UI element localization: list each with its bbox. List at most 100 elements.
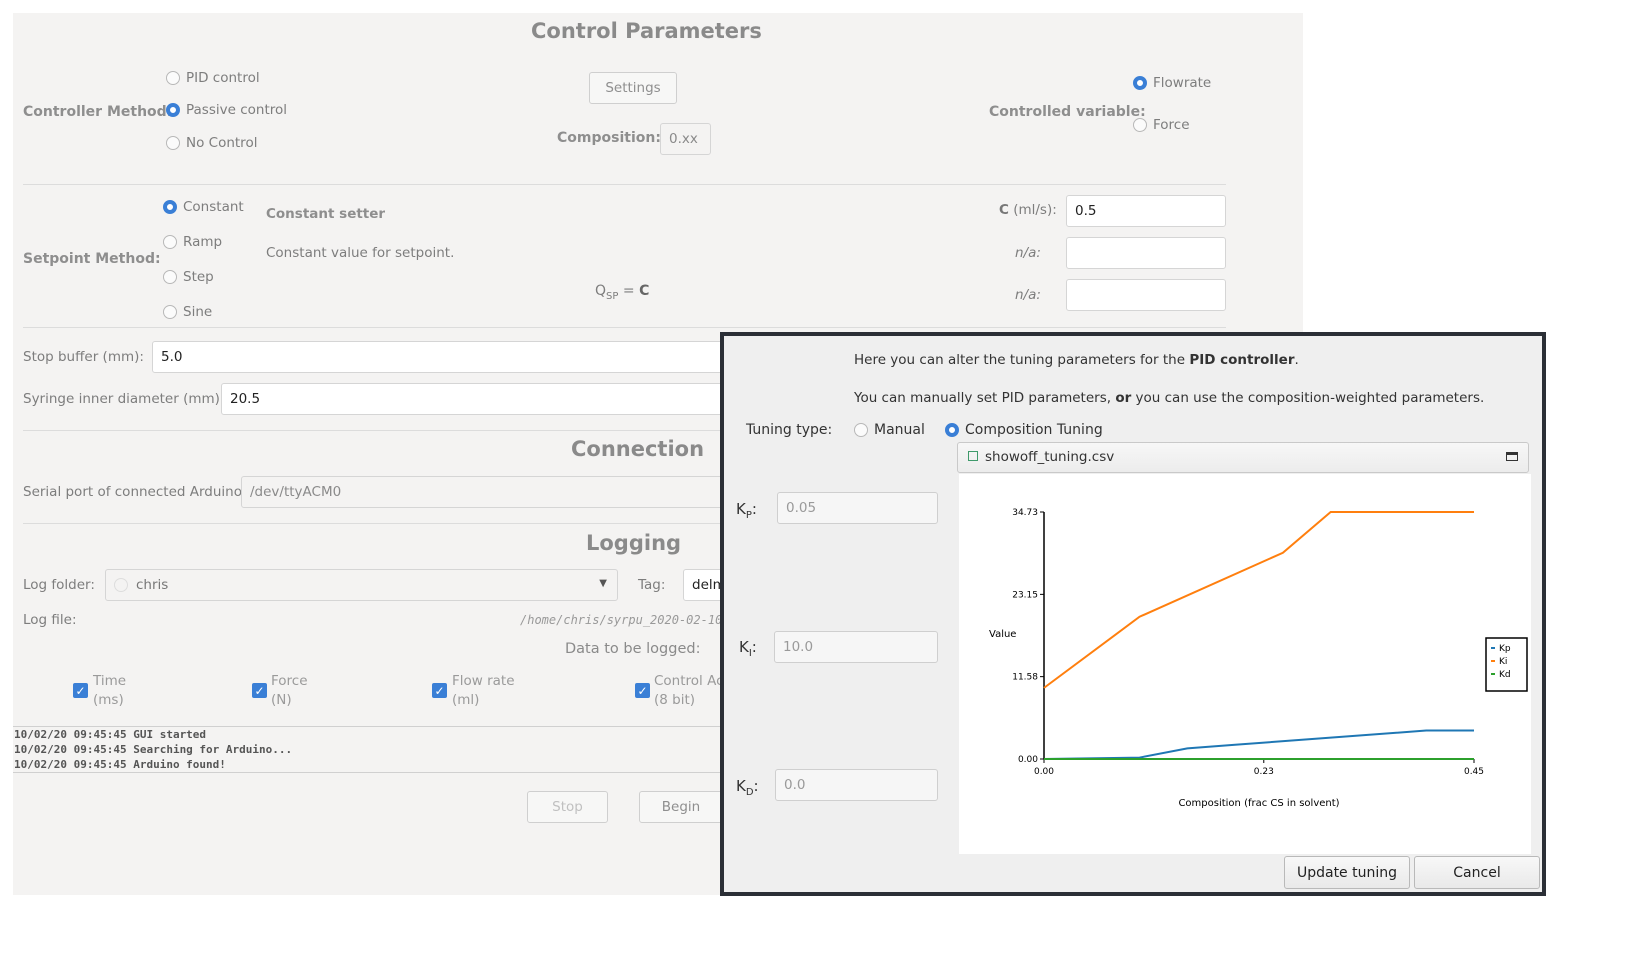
legend-label-kp: Kp bbox=[1499, 644, 1511, 654]
radio-force[interactable]: Force bbox=[1133, 117, 1190, 133]
radio-circle bbox=[163, 305, 177, 319]
legend-label-ki: Ki bbox=[1499, 657, 1507, 667]
radio-composition-tuning[interactable]: Composition Tuning bbox=[945, 422, 1103, 438]
setter-description: Constant value for setpoint. bbox=[266, 245, 455, 261]
console-log[interactable]: 10/02/20 09:45:45 GUI started 10/02/20 0… bbox=[13, 726, 734, 773]
kp-label: KP: bbox=[736, 500, 757, 521]
radio-ramp[interactable]: Ramp bbox=[163, 234, 222, 250]
y-tick-label: 23.15 bbox=[1012, 590, 1038, 600]
update-tuning-button[interactable]: Update tuning bbox=[1284, 856, 1410, 889]
connection-title: Connection bbox=[571, 437, 705, 461]
x-tick-label: 0.00 bbox=[1034, 767, 1054, 777]
console-line: 10/02/20 09:45:45 Arduino found! bbox=[14, 758, 226, 771]
spreadsheet-icon bbox=[968, 451, 978, 461]
ki-field[interactable]: 10.0 bbox=[774, 631, 938, 663]
radio-circle bbox=[166, 71, 180, 85]
series-line-kp bbox=[1043, 729, 1474, 760]
radio-step[interactable]: Step bbox=[163, 269, 214, 285]
legend-label-kd: Kd bbox=[1499, 670, 1511, 680]
chevron-down-icon: ▼ bbox=[599, 578, 607, 589]
folder-icon bbox=[114, 578, 128, 592]
c-label: C (ml/s): bbox=[999, 202, 1057, 218]
divider bbox=[23, 430, 803, 431]
divider bbox=[23, 327, 1226, 328]
na-label-2: n/a: bbox=[1015, 287, 1041, 303]
radio-circle bbox=[163, 235, 177, 249]
radio-pid-control[interactable]: PID control bbox=[166, 70, 260, 86]
file-chooser[interactable]: showoff_tuning.csv bbox=[957, 442, 1529, 473]
console-line: 10/02/20 09:45:45 GUI started bbox=[14, 728, 207, 741]
radio-circle bbox=[166, 136, 180, 150]
controlled-variable-label: Controlled variable: bbox=[989, 104, 1146, 120]
x-tick-label: 0.45 bbox=[1464, 767, 1484, 777]
log-folder-label: Log folder: bbox=[23, 577, 95, 593]
setpoint-method-label: Setpoint Method: bbox=[23, 251, 161, 267]
radio-no-control[interactable]: No Control bbox=[166, 135, 257, 151]
radio-circle bbox=[945, 423, 959, 437]
checkbox-time[interactable]: ✓ bbox=[73, 683, 88, 698]
begin-button[interactable]: Begin bbox=[639, 791, 723, 823]
radio-circle bbox=[163, 270, 177, 284]
controller-method-label: Controller Method: bbox=[23, 104, 173, 120]
settings-button[interactable]: Settings bbox=[589, 72, 677, 104]
dialog-intro-2: You can manually set PID parameters, or … bbox=[854, 390, 1485, 406]
log-file-label: Log file: bbox=[23, 612, 77, 628]
y-tick-label: 0.00 bbox=[1018, 755, 1038, 765]
serial-port-field[interactable]: /dev/ttyACM0 bbox=[241, 476, 801, 508]
kd-label: KD: bbox=[736, 777, 759, 798]
x-axis-label: Composition (frac CS in solvent) bbox=[1178, 798, 1339, 809]
data-logged-label: Data to be logged: bbox=[565, 641, 701, 657]
radio-sine[interactable]: Sine bbox=[163, 304, 212, 320]
composition-label: Composition: bbox=[557, 130, 661, 146]
na-field-2[interactable] bbox=[1066, 279, 1226, 311]
log-folder-select[interactable]: chris ▼ bbox=[105, 569, 618, 601]
logging-title: Logging bbox=[586, 531, 682, 555]
series-line-ki bbox=[1043, 511, 1474, 689]
na-label-1: n/a: bbox=[1015, 245, 1041, 261]
stop-buffer-label: Stop buffer (mm): bbox=[23, 349, 144, 365]
checkbox-control-act[interactable]: ✓ bbox=[635, 683, 650, 698]
tag-label: Tag: bbox=[638, 577, 666, 593]
radio-flowrate[interactable]: Flowrate bbox=[1133, 75, 1211, 91]
stop-buffer-field[interactable]: 5.0 bbox=[152, 341, 792, 373]
radio-circle bbox=[1133, 76, 1147, 90]
c-value-field[interactable]: 0.5 bbox=[1066, 195, 1226, 227]
y-tick-label: 11.58 bbox=[1012, 673, 1038, 683]
stop-button[interactable]: Stop bbox=[527, 791, 608, 823]
y-tick-label: 34.73 bbox=[1012, 508, 1038, 518]
control-parameters-title: Control Parameters bbox=[531, 19, 762, 43]
console-line: 10/02/20 09:45:45 Searching for Arduino.… bbox=[14, 743, 293, 756]
checkbox-force[interactable]: ✓ bbox=[252, 683, 267, 698]
checkbox-time-label: Time (ms) bbox=[93, 673, 127, 708]
divider bbox=[23, 184, 1226, 185]
checkbox-control-act-label: Control Act (8 bit) bbox=[654, 673, 729, 708]
dialog-intro-1: Here you can alter the tuning parameters… bbox=[854, 352, 1299, 368]
setter-title: Constant setter bbox=[266, 206, 386, 222]
inner-diameter-field[interactable]: 20.5 bbox=[221, 383, 792, 415]
na-field-1[interactable] bbox=[1066, 237, 1226, 269]
kp-field[interactable]: 0.05 bbox=[777, 492, 938, 524]
checkbox-force-label: Force (N) bbox=[271, 673, 308, 708]
kd-field[interactable]: 0.0 bbox=[775, 769, 938, 801]
checkbox-flow-rate-label: Flow rate (ml) bbox=[452, 673, 515, 708]
composition-field[interactable]: 0.xx bbox=[660, 123, 711, 155]
tuning-plot-area: 0.00 11.58 23.15 34.73 0.00 0.23 0.45 Value Comp… bbox=[959, 474, 1531, 854]
x-tick-label: 0.23 bbox=[1254, 767, 1274, 777]
cancel-button[interactable]: Cancel bbox=[1414, 856, 1540, 889]
radio-manual[interactable]: Manual bbox=[854, 422, 925, 438]
tuning-chart: 0.00 11.58 23.15 34.73 0.00 0.23 0.45 Value Comp… bbox=[989, 508, 1528, 809]
ki-label: KI: bbox=[739, 638, 757, 659]
radio-circle bbox=[854, 423, 868, 437]
y-axis-label: Value bbox=[989, 629, 1016, 640]
folder-icon bbox=[1506, 452, 1518, 461]
checkbox-flow-rate[interactable]: ✓ bbox=[432, 683, 447, 698]
tuning-type-label: Tuning type: bbox=[746, 422, 833, 438]
divider bbox=[23, 523, 803, 524]
radio-circle bbox=[163, 200, 177, 214]
log-file-path: /home/chris/syrpu_2020-02-10(5 bbox=[520, 613, 737, 627]
pid-tuning-dialog: Here you can alter the tuning parameters… bbox=[720, 332, 1546, 896]
serial-port-label: Serial port of connected Arduino: bbox=[23, 484, 247, 500]
radio-circle bbox=[1133, 118, 1147, 132]
radio-passive-control[interactable]: Passive control bbox=[166, 102, 287, 118]
radio-constant[interactable]: Constant bbox=[163, 199, 244, 215]
